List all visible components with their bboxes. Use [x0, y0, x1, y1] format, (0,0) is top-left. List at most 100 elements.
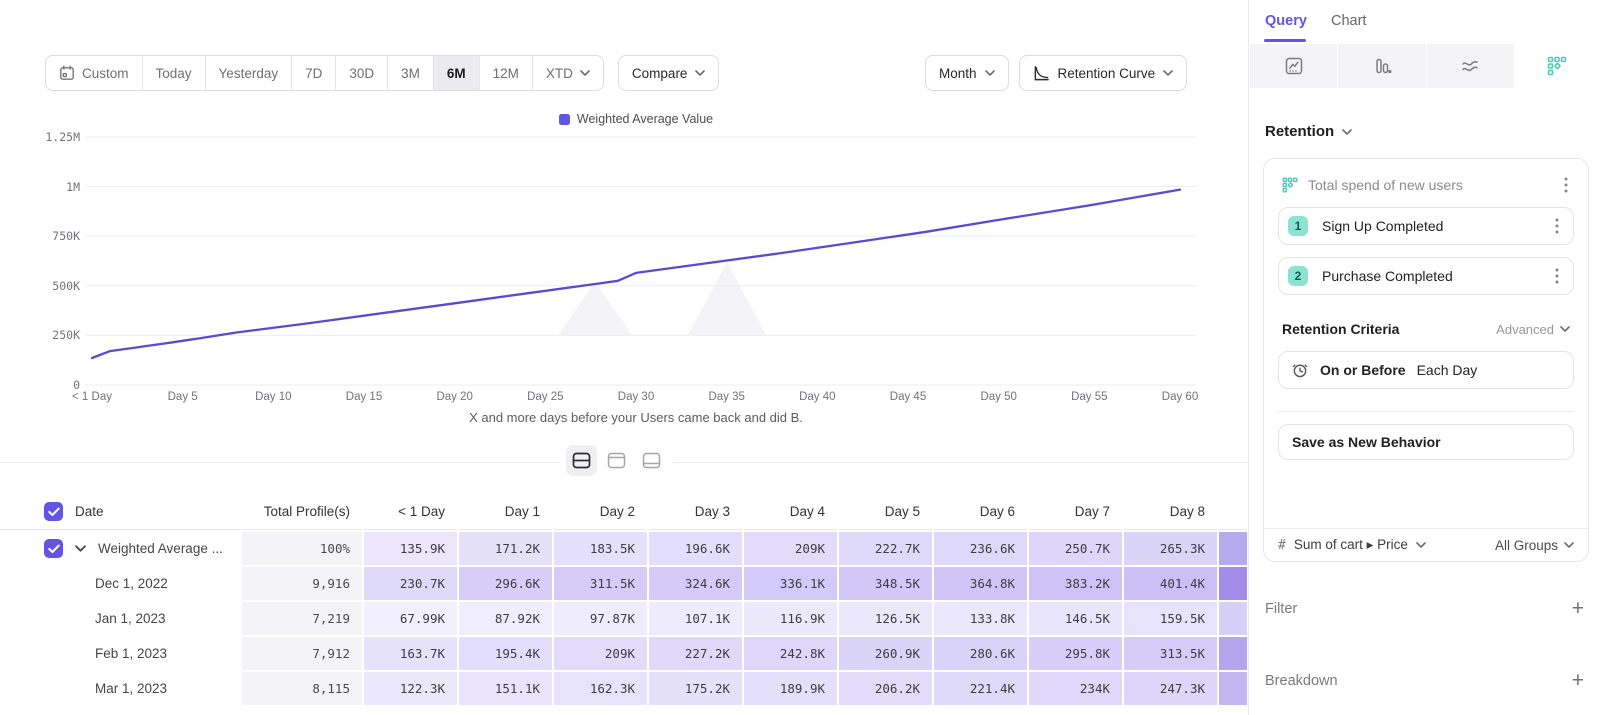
value-cell[interactable]: 163.7K — [364, 637, 457, 670]
value-cell[interactable]: 296.6K — [459, 567, 552, 600]
value-cell[interactable]: 401.4K — [1124, 567, 1217, 600]
value-cell[interactable]: 242.8K — [744, 637, 837, 670]
value-cell[interactable]: 97.87K — [554, 602, 647, 635]
tab-query[interactable]: Query — [1265, 13, 1307, 29]
report-type-funnels[interactable] — [1337, 44, 1425, 88]
value-cell[interactable]: 162.3K — [554, 672, 647, 705]
layout-chart-view-button[interactable] — [601, 445, 632, 476]
value-cell[interactable]: 146.5K — [1029, 602, 1122, 635]
range-12m[interactable]: 12M — [479, 56, 532, 90]
value-cell[interactable]: 295.8K — [1029, 637, 1122, 670]
value-cell[interactable]: 250.7K — [1029, 532, 1122, 565]
value-cell[interactable]: 87.92K — [459, 602, 552, 635]
value-cell[interactable]: 324.6K — [649, 567, 742, 600]
value-cell[interactable]: 234K — [1029, 672, 1122, 705]
layout-split-view-button[interactable] — [566, 445, 597, 476]
column-header-day[interactable]: Day 3 — [649, 494, 742, 530]
value-cell[interactable]: 311.5K — [554, 567, 647, 600]
range-7d[interactable]: 7D — [291, 56, 335, 90]
value-cell[interactable]: 260.9K — [839, 637, 932, 670]
column-header-day[interactable]: Day 1 — [459, 494, 552, 530]
value-cell[interactable]: 209K — [744, 532, 837, 565]
value-cell[interactable]: 183.5K — [554, 532, 647, 565]
range-xtd[interactable]: XTD — [532, 56, 603, 90]
behavior-step-2[interactable]: 2 Purchase Completed — [1278, 257, 1574, 295]
retention-section-dropdown[interactable]: Retention — [1265, 123, 1352, 140]
value-cell[interactable]: 195.4K — [459, 637, 552, 670]
value-cell[interactable]: 116.9K — [744, 602, 837, 635]
value-cell[interactable]: 135.9K — [364, 532, 457, 565]
total-profiles-cell[interactable]: 100% — [242, 532, 362, 565]
row-checkbox[interactable] — [44, 502, 63, 521]
range-3m[interactable]: 3M — [387, 56, 433, 90]
total-profiles-cell[interactable]: 7,219 — [242, 602, 362, 635]
row-checkbox[interactable] — [44, 539, 63, 558]
column-header-day[interactable]: Day 7 — [1029, 494, 1122, 530]
total-profiles-cell[interactable]: 8,115 — [242, 672, 362, 705]
column-header-day[interactable]: Day 5 — [839, 494, 932, 530]
value-cell[interactable]: 159.5K — [1124, 602, 1217, 635]
layout-table-view-button[interactable] — [636, 445, 667, 476]
value-cell[interactable]: 122.3K — [364, 672, 457, 705]
range-6m-selected[interactable]: 6M — [433, 56, 479, 90]
value-cell[interactable]: 175.2K — [649, 672, 742, 705]
save-as-new-behavior-button[interactable]: Save as New Behavior — [1278, 424, 1574, 460]
range-today[interactable]: Today — [142, 56, 205, 90]
add-filter-row[interactable]: Filter + — [1265, 597, 1584, 621]
value-cell[interactable]: 313.5K — [1124, 637, 1217, 670]
value-cell[interactable]: 348.5K — [839, 567, 932, 600]
step-menu-button[interactable] — [1551, 266, 1563, 286]
date-cell[interactable]: Jan 1, 2023 — [0, 602, 240, 635]
column-header-total-profiles[interactable]: Total Profile(s) — [242, 494, 362, 530]
column-header-day[interactable]: Day 2 — [554, 494, 647, 530]
date-cell[interactable]: Weighted Average ... — [0, 532, 240, 565]
date-cell[interactable]: Mar 1, 2023 — [0, 672, 240, 705]
value-cell[interactable]: 189.9K — [744, 672, 837, 705]
value-cell[interactable]: 196.6K — [649, 532, 742, 565]
value-cell[interactable]: 364.8K — [934, 567, 1027, 600]
tab-chart[interactable]: Chart — [1331, 13, 1366, 29]
value-cell[interactable]: 126.5K — [839, 602, 932, 635]
range-30d[interactable]: 30D — [335, 56, 387, 90]
measure-dropdown[interactable]: Sum of cart ▸ Price — [1294, 537, 1408, 553]
value-cell[interactable]: 206.2K — [839, 672, 932, 705]
add-breakdown-row[interactable]: Breakdown + — [1265, 669, 1584, 693]
report-type-flows[interactable] — [1426, 44, 1514, 88]
value-cell[interactable]: 151.1K — [459, 672, 552, 705]
value-cell[interactable]: 221.4K — [934, 672, 1027, 705]
value-cell[interactable]: 222.7K — [839, 532, 932, 565]
behavior-menu-button[interactable] — [1560, 175, 1572, 195]
behavior-step-1[interactable]: 1 Sign Up Completed — [1278, 207, 1574, 245]
column-header-day[interactable]: < 1 Day — [364, 494, 457, 530]
column-header-day[interactable]: Day 4 — [744, 494, 837, 530]
date-cell[interactable]: Dec 1, 2022 — [0, 567, 240, 600]
chart-legend[interactable]: Weighted Average Value — [92, 112, 1180, 126]
report-type-retention[interactable] — [1514, 44, 1600, 88]
range-yesterday[interactable]: Yesterday — [205, 56, 292, 90]
value-cell[interactable]: 230.7K — [364, 567, 457, 600]
all-groups-dropdown[interactable]: All Groups — [1495, 538, 1574, 553]
report-type-insights[interactable] — [1250, 44, 1337, 88]
range-custom[interactable]: Custom — [46, 56, 142, 90]
value-cell[interactable]: 227.2K — [649, 637, 742, 670]
value-cell[interactable]: 209K — [554, 637, 647, 670]
value-cell[interactable]: 383.2K — [1029, 567, 1122, 600]
value-cell[interactable]: 171.2K — [459, 532, 552, 565]
value-cell[interactable]: 336.1K — [744, 567, 837, 600]
total-profiles-cell[interactable]: 9,916 — [242, 567, 362, 600]
criteria-mode-dropdown[interactable]: Advanced — [1496, 322, 1570, 337]
criteria-timing-control[interactable]: On or Before Each Day — [1278, 351, 1574, 389]
chart-type-dropdown[interactable]: Retention Curve — [1019, 55, 1188, 91]
date-cell[interactable]: Feb 1, 2023 — [0, 637, 240, 670]
column-header-day[interactable]: Day 6 — [934, 494, 1027, 530]
column-header-day[interactable]: Day 8 — [1124, 494, 1217, 530]
granularity-dropdown[interactable]: Month — [925, 55, 1009, 91]
value-cell[interactable]: 265.3K — [1124, 532, 1217, 565]
value-cell[interactable]: 133.8K — [934, 602, 1027, 635]
total-profiles-cell[interactable]: 7,912 — [242, 637, 362, 670]
value-cell[interactable]: 280.6K — [934, 637, 1027, 670]
value-cell[interactable]: 247.3K — [1124, 672, 1217, 705]
compare-button[interactable]: Compare — [618, 55, 720, 91]
step-menu-button[interactable] — [1551, 216, 1563, 236]
value-cell[interactable]: 236.6K — [934, 532, 1027, 565]
